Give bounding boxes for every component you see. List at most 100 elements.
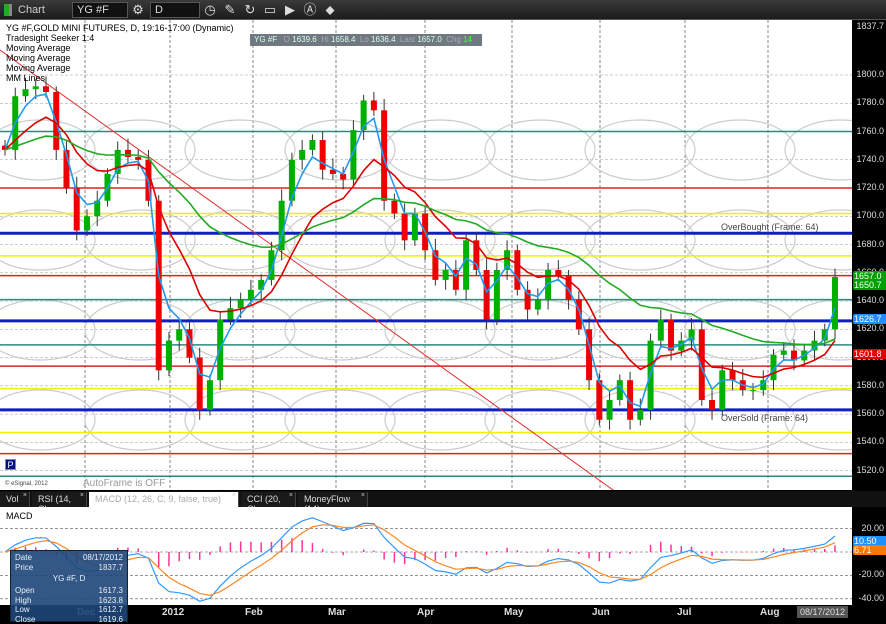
link-icon[interactable]: ⬥ — [322, 2, 338, 18]
candle — [555, 270, 561, 276]
tab-indicator[interactable]: CCI (20, C)× — [241, 492, 296, 507]
candle — [658, 319, 664, 340]
tab-indicator[interactable]: Vol × — [0, 492, 30, 507]
play-icon[interactable]: ▶ — [282, 2, 298, 18]
alert-icon[interactable]: Ⓐ — [302, 2, 318, 18]
study-label: MM Lines — [6, 73, 234, 83]
quote-symbol: YG #F — [254, 35, 277, 44]
candle — [484, 270, 490, 319]
tooltip-label: Date — [15, 553, 32, 563]
p-badge[interactable]: P — [5, 459, 16, 470]
price-tick-top: 1837.7 — [856, 21, 884, 31]
symbol-settings-icon[interactable]: ⚙ — [130, 2, 146, 18]
close-icon[interactable]: × — [361, 492, 365, 499]
close-icon[interactable]: × — [23, 492, 27, 499]
candle — [781, 351, 787, 355]
price-chart[interactable]: YG #F,GOLD MINI FUTURES, D, 19:16-17:00 … — [0, 20, 852, 490]
price-tick: 1780.0 — [856, 97, 884, 107]
time-tick: 2012 — [162, 607, 184, 618]
toolbar: Chart YG #F ⚙ D ◷ ✎ ↻ ▭ ▶ Ⓐ ⬥ — [0, 0, 886, 20]
price-axis[interactable]: 1837.71800.01780.01760.01740.01720.01700… — [852, 20, 886, 490]
interval-select[interactable]: D — [150, 2, 200, 18]
candle — [33, 86, 39, 89]
pencil-icon[interactable]: ✎ — [222, 2, 238, 18]
candle — [668, 319, 674, 350]
candle — [730, 370, 736, 380]
clock-icon[interactable]: ◷ — [202, 2, 218, 18]
murrey-ellipse — [285, 300, 395, 360]
tooltip-label: Low — [15, 605, 30, 615]
time-tick: Jul — [677, 607, 691, 618]
candle — [719, 370, 725, 410]
murrey-ellipse — [585, 210, 695, 270]
candle — [371, 100, 377, 110]
tooltip-symbol: YG #F, D — [15, 572, 123, 586]
tab-indicator[interactable]: RSI (14, C)× — [32, 492, 87, 507]
candle — [84, 216, 90, 230]
murrey-ellipse — [385, 390, 495, 450]
time-tick: Apr — [417, 607, 434, 618]
data-tooltip: Date08/17/2012 Price1837.7 YG #F, D Open… — [10, 550, 128, 622]
murrey-ellipse — [0, 300, 95, 360]
last-value: 1657.0 — [417, 35, 441, 44]
candle — [637, 410, 643, 420]
tooltip-label: Close — [15, 615, 35, 624]
price-tag: 1626.7 — [853, 314, 886, 324]
time-tick: May — [504, 607, 523, 618]
study-label: Moving Average — [6, 53, 234, 63]
symbol-input[interactable]: YG #F — [72, 2, 128, 18]
change-label: Chg — [446, 35, 461, 44]
high-value: 1658.4 — [331, 35, 355, 44]
tooltip-value: 1623.8 — [99, 596, 123, 606]
murrey-ellipse — [585, 120, 695, 180]
moving-average-line — [5, 136, 835, 344]
candle — [176, 329, 182, 340]
tooltip-label: High — [15, 596, 31, 606]
murrey-ellipse — [685, 120, 795, 180]
murrey-ellipse — [185, 120, 295, 180]
candle — [156, 201, 162, 371]
murrey-ellipse — [485, 120, 595, 180]
chart-icon — [4, 4, 12, 16]
macd-tick: -40.00 — [858, 593, 884, 603]
tab-indicator[interactable]: MoneyFlow (14)× — [298, 492, 368, 507]
murrey-ellipse — [85, 210, 195, 270]
tooltip-value: 1617.3 — [99, 586, 123, 596]
chart-legend: YG #F,GOLD MINI FUTURES, D, 19:16-17:00 … — [6, 23, 234, 83]
tab-indicator[interactable]: MACD (12, 26, C, 9, false, true) × — [89, 492, 239, 507]
candle — [125, 150, 131, 157]
time-tick: Feb — [245, 607, 263, 618]
low-label: Lo — [360, 35, 369, 44]
tooltip-value: 08/17/2012 — [83, 553, 123, 563]
close-icon[interactable]: × — [289, 492, 293, 499]
murrey-ellipse — [685, 210, 795, 270]
price-tick: 1680.0 — [856, 239, 884, 249]
candle — [207, 380, 213, 410]
tab-label: Vol — [6, 494, 19, 504]
candle — [832, 277, 838, 329]
open-value: 1639.6 — [292, 35, 316, 44]
last-label: Last — [400, 35, 415, 44]
price-tick: 1740.0 — [856, 154, 884, 164]
candle — [607, 400, 613, 420]
tab-label: MACD (12, 26, C, 9, false, true) — [95, 494, 221, 504]
overbought-label: OverBought (Frame: 64) — [721, 222, 819, 232]
chart-title: YG #F,GOLD MINI FUTURES, D, 19:16-17:00 … — [6, 23, 234, 33]
high-label: Hi — [321, 35, 329, 44]
price-tick: 1540.0 — [856, 436, 884, 446]
time-tick: Jun — [592, 607, 610, 618]
price-tick: 1640.0 — [856, 295, 884, 305]
candle — [535, 300, 541, 310]
candle — [299, 150, 305, 160]
close-icon[interactable]: × — [80, 492, 84, 499]
candle — [166, 341, 172, 371]
tooltip-value: 1837.7 — [99, 563, 123, 573]
refresh-icon[interactable]: ↻ — [242, 2, 258, 18]
candle — [514, 250, 520, 290]
close-icon[interactable]: × — [232, 492, 236, 499]
murrey-ellipse — [485, 210, 595, 270]
murrey-ellipse — [0, 210, 95, 270]
screen-icon[interactable]: ▭ — [262, 2, 278, 18]
candle — [309, 140, 315, 150]
candle — [443, 270, 449, 280]
